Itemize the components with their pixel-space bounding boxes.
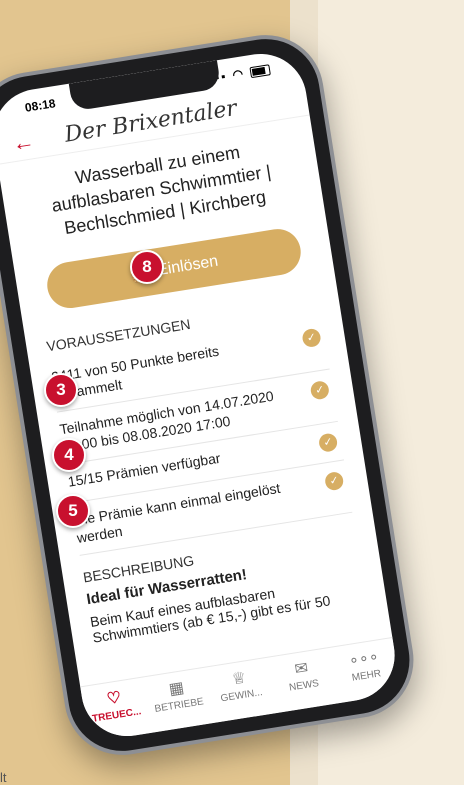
tab-betriebe[interactable]: ▦ BETRIEBE — [143, 668, 214, 733]
tab-news[interactable]: ✉ NEWS — [268, 648, 339, 713]
redeem-button[interactable]: 🧺 Einlösen — [43, 225, 304, 312]
status-time: 08:18 — [23, 96, 57, 115]
tab-treuecard[interactable]: ♡ TREUEC... — [80, 677, 151, 742]
redeem-button-label: Einlösen — [156, 252, 220, 280]
battery-icon — [249, 64, 271, 79]
annotation-badge-8: 8 — [130, 250, 164, 284]
bottom-text-fragment: lt — [0, 770, 7, 785]
more-dots-icon: ∘∘∘ — [347, 648, 381, 670]
status-icons: ▪▪ ◠ — [214, 62, 271, 85]
annotation-badge-4: 4 — [52, 438, 86, 472]
news-icon: ✉ — [293, 659, 310, 679]
tab-mehr[interactable]: ∘∘∘ MEHR — [330, 638, 401, 703]
annotation-badge-3: 3 — [44, 373, 78, 407]
annotation-badge-5: 5 — [56, 494, 90, 528]
tab-label: MEHR — [351, 668, 382, 684]
tab-label: NEWS — [288, 678, 320, 694]
tab-gewinnspiele[interactable]: ♕ GEWIN... — [205, 658, 276, 723]
